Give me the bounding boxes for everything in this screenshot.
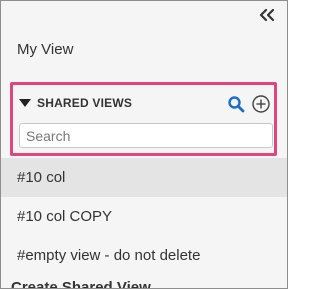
create-shared-view-label[interactable]: Create Shared View [11, 279, 151, 288]
views-list: #10 col #10 col COPY #empty view - do no… [1, 158, 287, 275]
shared-views-toggle[interactable]: SHARED VIEWS [19, 96, 132, 110]
search-icon[interactable] [227, 95, 245, 113]
list-item-label: #10 col [17, 169, 66, 186]
list-item[interactable]: #empty view - do not delete [1, 236, 287, 275]
collapse-panel-icon[interactable] [258, 7, 276, 23]
shared-views-section: SHARED VIEWS [10, 82, 277, 156]
my-view-link[interactable]: My View [17, 41, 73, 58]
caret-down-icon [19, 99, 31, 107]
list-item[interactable]: #10 col [1, 158, 287, 197]
plus-circle-icon[interactable] [251, 94, 271, 114]
shared-views-search-input[interactable] [19, 123, 273, 148]
list-item-label: #10 col COPY [17, 208, 113, 225]
list-item-label: #empty view - do not delete [17, 247, 201, 264]
views-panel: My View SHARED VIEWS #10 col #10 col C [0, 0, 288, 289]
shared-views-title: SHARED VIEWS [37, 96, 133, 110]
list-item[interactable]: #10 col COPY [1, 197, 287, 236]
